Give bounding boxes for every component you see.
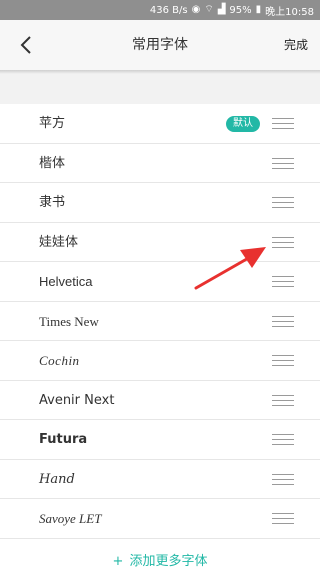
font-row-hand[interactable]: Hand bbox=[0, 460, 320, 499]
drag-handle-icon[interactable] bbox=[272, 197, 294, 208]
status-bar: 436 B/s ◉ ⌔ ▟ 95% ▮ 晚上10:58 bbox=[0, 0, 320, 20]
font-name: Futura bbox=[39, 432, 88, 447]
font-row-wawa[interactable]: 娃娃体 bbox=[0, 223, 320, 262]
font-name: 隶书 bbox=[39, 195, 66, 210]
font-row-times-new[interactable]: Times New bbox=[0, 302, 320, 341]
drag-handle-icon[interactable] bbox=[272, 315, 294, 327]
drag-handle-icon[interactable] bbox=[272, 157, 294, 169]
font-name: 楷体 bbox=[39, 155, 66, 171]
battery-level: 95% bbox=[229, 4, 252, 16]
wifi-icon: ⌔ bbox=[204, 4, 214, 15]
font-row-lishu[interactable]: 隶书 bbox=[0, 183, 320, 223]
font-row-savoye[interactable]: Savoye LET bbox=[0, 499, 320, 539]
drag-handle-icon[interactable] bbox=[272, 118, 294, 129]
font-row-avenir-next[interactable]: Avenir Next bbox=[0, 381, 320, 420]
drag-handle-icon[interactable] bbox=[272, 513, 294, 524]
section-spacer bbox=[0, 74, 320, 104]
font-name: Avenir Next bbox=[39, 392, 115, 408]
font-name: Savoye LET bbox=[39, 511, 102, 526]
done-button[interactable]: 完成 bbox=[284, 20, 308, 70]
signal-icon: ▟ bbox=[217, 4, 226, 15]
clock: 晚上10:58 bbox=[265, 6, 314, 18]
font-row-helvetica[interactable]: Helvetica bbox=[0, 262, 320, 302]
font-name: Hand bbox=[39, 471, 75, 487]
font-name: Cochin bbox=[39, 353, 80, 368]
battery-icon: ▮ bbox=[255, 4, 262, 15]
drag-handle-icon[interactable] bbox=[272, 355, 294, 366]
font-row-kaiti[interactable]: 楷体 bbox=[0, 144, 320, 183]
page-title: 常用字体 bbox=[132, 37, 188, 53]
drag-handle-icon[interactable] bbox=[272, 276, 294, 287]
font-row-pingfang[interactable]: 苹方 默认 bbox=[0, 104, 320, 144]
drag-handle-icon[interactable] bbox=[272, 394, 294, 406]
eye-icon: ◉ bbox=[191, 4, 201, 15]
font-row-cochin[interactable]: Cochin bbox=[0, 341, 320, 381]
font-name: 娃娃体 bbox=[39, 234, 79, 250]
font-row-futura[interactable]: Futura bbox=[0, 420, 320, 460]
font-name: 苹方 bbox=[39, 116, 66, 131]
navigation-bar: 常用字体 完成 bbox=[0, 20, 320, 70]
default-badge: 默认 bbox=[226, 116, 260, 132]
font-name: Times New bbox=[39, 313, 99, 329]
drag-handle-icon[interactable] bbox=[272, 236, 294, 248]
drag-handle-icon[interactable] bbox=[272, 434, 294, 445]
add-more-fonts-button[interactable]: + 添加更多字体 bbox=[0, 550, 320, 569]
font-name: Helvetica bbox=[39, 274, 93, 289]
drag-handle-icon[interactable] bbox=[272, 473, 294, 485]
font-list: 苹方 默认 楷体 隶书 娃娃体 Helvetica Times New Coch… bbox=[0, 104, 320, 539]
network-speed: 436 B/s bbox=[149, 4, 188, 16]
